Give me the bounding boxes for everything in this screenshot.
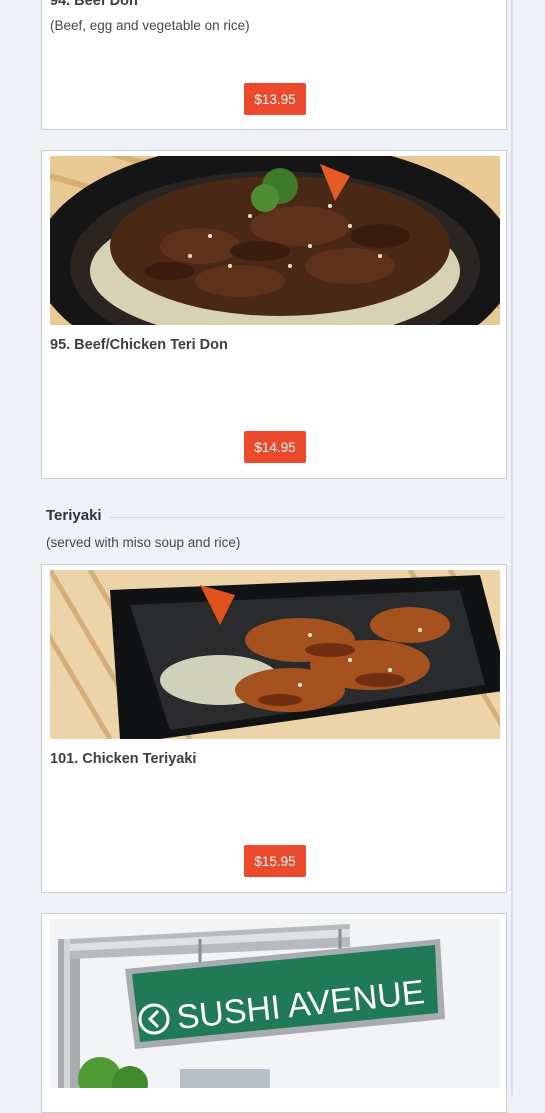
section-description: (served with miso soup and rice) — [46, 535, 241, 550]
menu-item-photo — [50, 156, 500, 325]
menu-item-photo — [50, 570, 500, 739]
section-divider — [110, 517, 505, 518]
menu-item-card[interactable]: 94. Beef Don (Beef, egg and vegetable on… — [41, 0, 507, 130]
scrollbar[interactable] — [511, 0, 545, 1095]
menu-item-description: (Beef, egg and vegetable on rice) — [50, 18, 250, 33]
menu-item-card[interactable]: 101. Chicken Teriyaki $15.95 — [41, 564, 507, 893]
add-to-order-button[interactable]: $15.95 — [244, 845, 306, 877]
section-title: Teriyaki — [46, 507, 102, 524]
add-to-order-button[interactable]: $14.95 — [244, 431, 306, 463]
menu-item-card[interactable]: 95. Beef/Chicken Teri Don $14.95 — [41, 150, 507, 479]
menu-item-card[interactable]: SUSHI AVENUE — [41, 913, 507, 1113]
menu-item-name: 95. Beef/Chicken Teri Don — [50, 337, 228, 353]
menu-item-name: 94. Beef Don — [50, 0, 138, 9]
menu-item-photo: SUSHI AVENUE — [50, 919, 500, 1088]
menu-item-name: 101. Chicken Teriyaki — [50, 751, 197, 767]
add-to-order-button[interactable]: $13.95 — [244, 83, 306, 115]
